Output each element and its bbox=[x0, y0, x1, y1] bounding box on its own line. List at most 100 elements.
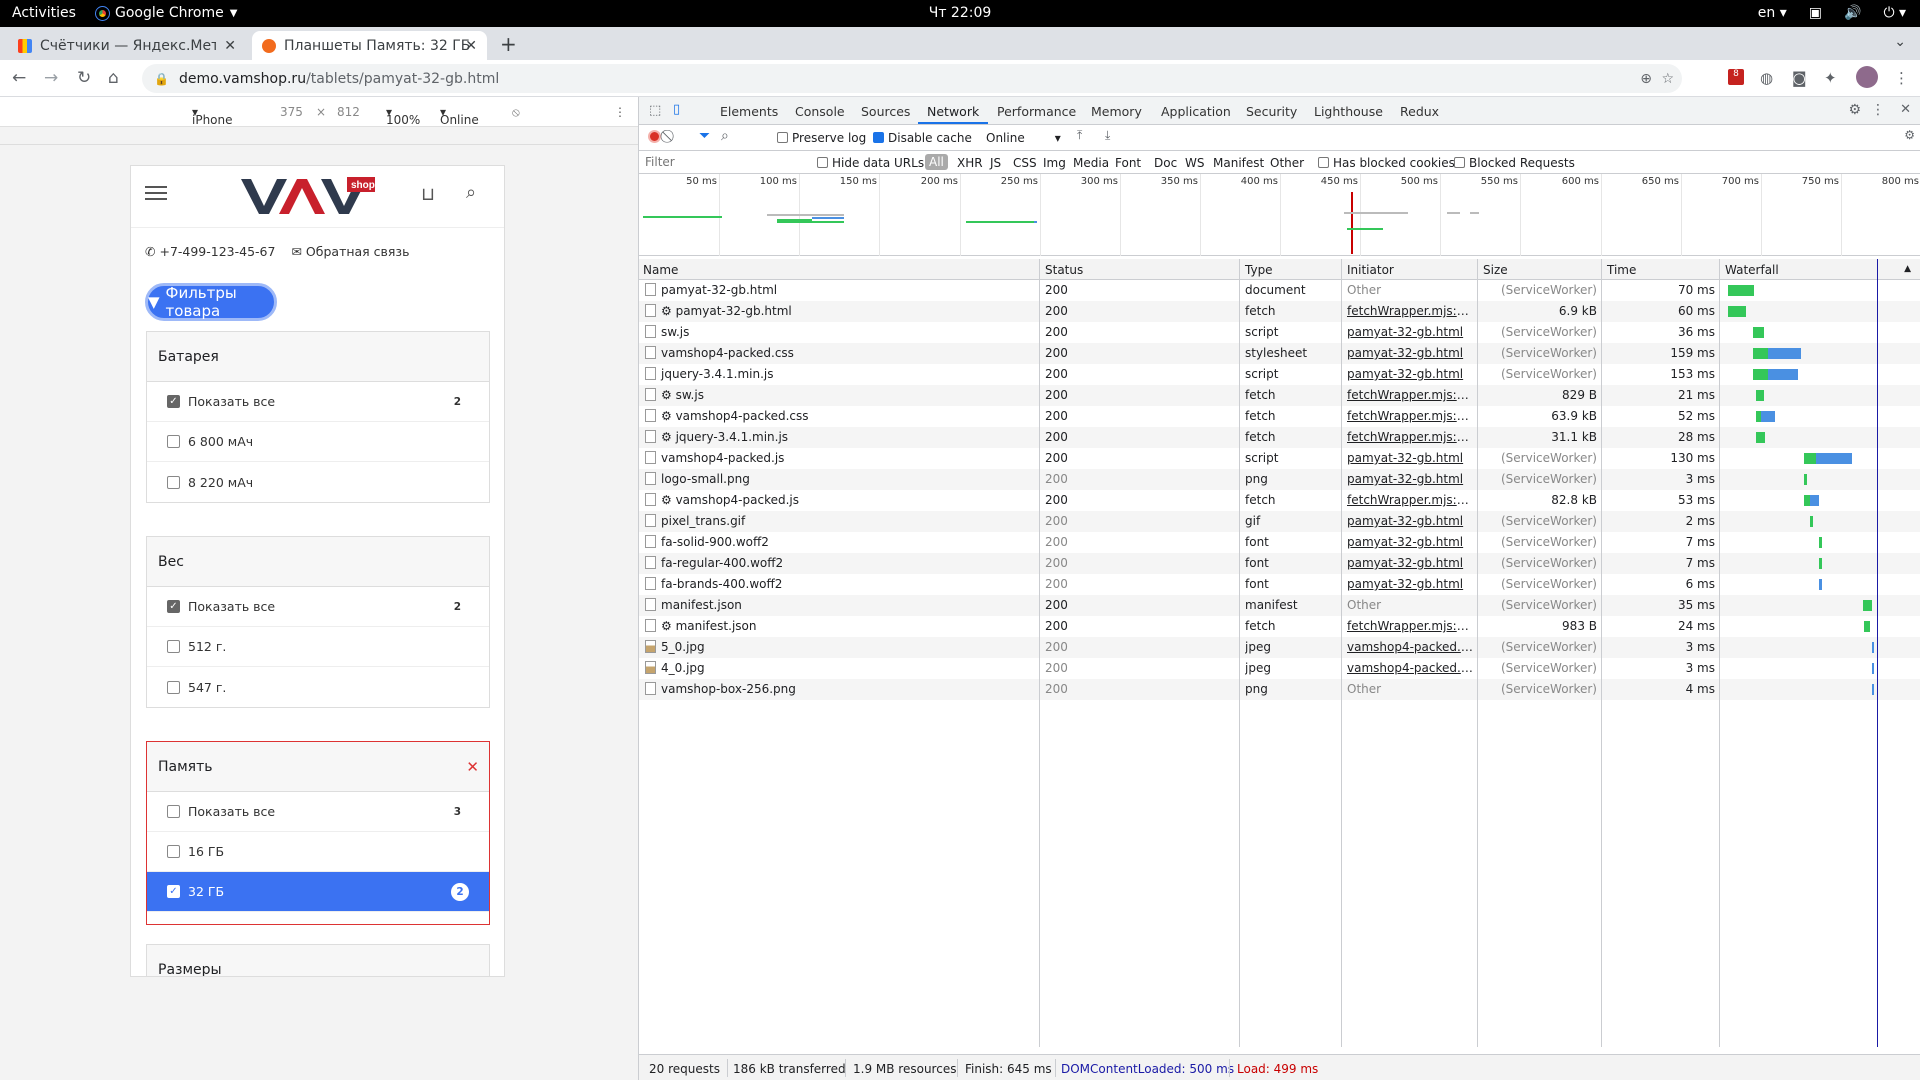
filter-toggle-button[interactable]: ▼ Фильтры товара bbox=[145, 283, 277, 321]
search-icon[interactable]: ⌕ bbox=[721, 128, 729, 144]
initiator-link[interactable]: pamyat-32-gb.html bbox=[1347, 577, 1473, 591]
type-filter-js[interactable]: JS bbox=[990, 156, 1001, 170]
device-width[interactable]: 375 bbox=[280, 105, 303, 119]
table-row[interactable]: pixel_trans.gif 200 gif pamyat-32-gb.html (S… bbox=[639, 511, 1920, 532]
column-header-initiator[interactable]: Initiator bbox=[1347, 263, 1394, 277]
address-bar[interactable]: 🔒 demo.vamshop.ru/tablets/pamyat-32-gb.h… bbox=[142, 64, 1682, 93]
globe-extension-icon[interactable]: ◍ bbox=[1760, 69, 1773, 87]
initiator-link[interactable]: fetchWrapper.mjs:111 bbox=[1347, 430, 1473, 444]
request-name-cell[interactable]: ⚙ pamyat-32-gb.html bbox=[645, 304, 1035, 318]
tab-application[interactable]: Application bbox=[1161, 104, 1231, 119]
table-row[interactable]: jquery-3.4.1.min.js 200 script pamyat-32-gb… bbox=[639, 364, 1920, 385]
blocked-requests-checkbox[interactable]: Blocked Requests bbox=[1454, 156, 1575, 170]
window-icon[interactable]: ▣ bbox=[1809, 5, 1822, 21]
request-name-cell[interactable]: 5_0.jpg bbox=[645, 640, 1035, 654]
record-icon[interactable] bbox=[648, 130, 661, 143]
language-indicator[interactable]: en ▾ bbox=[1758, 5, 1787, 21]
column-header-time[interactable]: Time bbox=[1607, 263, 1636, 277]
star-icon[interactable]: ☆ bbox=[1661, 71, 1674, 87]
initiator-link[interactable]: pamyat-32-gb.html bbox=[1347, 451, 1473, 465]
close-icon[interactable]: ✕ bbox=[465, 38, 477, 54]
inspect-element-icon[interactable]: ⬚ bbox=[649, 103, 661, 118]
basket-icon[interactable]: ⊔ bbox=[421, 184, 435, 205]
checkbox-icon[interactable] bbox=[1318, 157, 1329, 168]
request-name-cell[interactable]: pamyat-32-gb.html bbox=[645, 283, 1035, 297]
type-filter-css[interactable]: CSS bbox=[1013, 156, 1037, 170]
filter-option[interactable]: 547 г. bbox=[147, 667, 489, 707]
zoom-select[interactable]: 100% ▾ bbox=[386, 105, 420, 127]
checkbox-checked-icon[interactable]: ✓ bbox=[167, 885, 180, 898]
table-row[interactable]: fa-regular-400.woff2 200 font pamyat-32-gb.… bbox=[639, 553, 1920, 574]
app-menu[interactable]: Google Chrome ▼ bbox=[95, 5, 237, 21]
initiator-link[interactable]: pamyat-32-gb.html bbox=[1347, 514, 1473, 528]
forward-arrow-icon[interactable]: → bbox=[44, 68, 58, 88]
new-tab-button[interactable]: + bbox=[500, 32, 517, 56]
initiator-link[interactable]: vamshop4-packed.js:... bbox=[1347, 640, 1473, 654]
activities-button[interactable]: Activities bbox=[12, 5, 76, 21]
request-name-cell[interactable]: fa-brands-400.woff2 bbox=[645, 577, 1035, 591]
throttle-select[interactable]: Online ▾ bbox=[986, 131, 1061, 145]
hamburger-menu-icon[interactable] bbox=[145, 186, 167, 200]
panel-title[interactable]: Батарея bbox=[147, 332, 489, 382]
import-har-icon[interactable]: ⤒ bbox=[1077, 128, 1082, 143]
filter-option[interactable]: ✓ Показать все 2 bbox=[147, 587, 489, 627]
request-name-cell[interactable]: ⚙ manifest.json bbox=[645, 619, 1035, 633]
type-filter-xhr[interactable]: XHR bbox=[957, 156, 983, 170]
checkbox-icon[interactable] bbox=[167, 435, 180, 448]
table-row[interactable]: 5_0.jpg 200 jpeg vamshop4-packed.js:... (Ser… bbox=[639, 637, 1920, 658]
table-row[interactable]: ⚙ vamshop4-packed.css 200 fetch fetchWrappe… bbox=[639, 406, 1920, 427]
device-menu-icon[interactable]: ⋮ bbox=[614, 105, 626, 119]
checkbox-icon[interactable] bbox=[167, 640, 180, 653]
table-row[interactable]: vamshop4-packed.css 200 stylesheet pamyat-3… bbox=[639, 343, 1920, 364]
type-filter-font[interactable]: Font bbox=[1115, 156, 1141, 170]
filter-funnel-icon[interactable]: ⏷ bbox=[699, 128, 710, 144]
initiator-link[interactable]: vamshop4-packed.js:... bbox=[1347, 661, 1473, 675]
table-row[interactable]: 4_0.jpg 200 jpeg vamshop4-packed.js:... (Ser… bbox=[639, 658, 1920, 679]
tab-network[interactable]: Network bbox=[927, 104, 979, 119]
device-throttle-select[interactable]: Online ▾ bbox=[440, 105, 479, 127]
table-row[interactable]: ⚙ pamyat-32-gb.html 200 fetch fetchWrapper.… bbox=[639, 301, 1920, 322]
disable-cache-checkbox[interactable]: Disable cache bbox=[873, 131, 972, 145]
sort-arrow-icon[interactable]: ▲ bbox=[1904, 264, 1911, 274]
table-row[interactable]: ⚙ manifest.json 200 fetch fetchWrapper.mjs:… bbox=[639, 616, 1920, 637]
initiator-link[interactable]: pamyat-32-gb.html bbox=[1347, 535, 1473, 549]
checkbox-icon[interactable] bbox=[1454, 157, 1465, 168]
initiator-link[interactable]: pamyat-32-gb.html bbox=[1347, 325, 1473, 339]
volume-icon[interactable]: 🔊 bbox=[1844, 5, 1861, 21]
preserve-log-checkbox[interactable]: Preserve log bbox=[777, 131, 866, 145]
has-blocked-cookies-checkbox[interactable]: Has blocked cookies bbox=[1318, 156, 1455, 170]
initiator-link[interactable]: fetchWrapper.mjs:111 bbox=[1347, 493, 1473, 507]
filter-option[interactable]: 8 220 мАч bbox=[147, 462, 489, 502]
checkbox-icon[interactable] bbox=[817, 157, 828, 168]
close-icon[interactable]: ✕ bbox=[466, 758, 479, 776]
panel-title[interactable]: Вес bbox=[147, 537, 489, 587]
tab-console[interactable]: Console bbox=[795, 104, 845, 119]
feedback-link[interactable]: Обратная связь bbox=[306, 244, 410, 259]
column-header-waterfall[interactable]: Waterfall bbox=[1725, 263, 1779, 277]
request-name-cell[interactable]: ⚙ vamshop4-packed.js bbox=[645, 493, 1035, 507]
device-height[interactable]: 812 bbox=[337, 105, 360, 119]
tab-lighthouse[interactable]: Lighthouse bbox=[1314, 104, 1383, 119]
tab-security[interactable]: Security bbox=[1246, 104, 1297, 119]
browser-tab-metrika[interactable]: Счётчики — Яндекс.Метр ✕ bbox=[8, 31, 246, 60]
site-logo[interactable]: shop bbox=[241, 176, 376, 216]
table-row[interactable]: logo-small.png 200 png pamyat-32-gb.html (Se… bbox=[639, 469, 1920, 490]
request-name-cell[interactable]: vamshop-box-256.png bbox=[645, 682, 1035, 696]
request-name-cell[interactable]: logo-small.png bbox=[645, 472, 1035, 486]
tab-search-icon[interactable]: ⌄ bbox=[1894, 34, 1906, 50]
checkbox-icon[interactable] bbox=[167, 845, 180, 858]
table-row[interactable]: vamshop-box-256.png 200 png Other (ServiceWo… bbox=[639, 679, 1920, 700]
kebab-menu-icon[interactable]: ⋮ bbox=[1894, 69, 1909, 87]
filter-option[interactable]: ✓ Показать все 2 bbox=[147, 382, 489, 422]
filter-option[interactable]: 16 ГБ bbox=[147, 832, 489, 872]
type-filter-all[interactable]: All bbox=[925, 154, 948, 170]
close-icon[interactable]: ✕ bbox=[224, 38, 236, 54]
initiator-link[interactable]: pamyat-32-gb.html bbox=[1347, 472, 1473, 486]
tab-sources[interactable]: Sources bbox=[861, 104, 910, 119]
table-row[interactable]: ⚙ jquery-3.4.1.min.js 200 fetch fetchWrappe… bbox=[639, 427, 1920, 448]
table-row[interactable]: vamshop4-packed.js 200 script pamyat-32-gb.… bbox=[639, 448, 1920, 469]
type-filter-media[interactable]: Media bbox=[1073, 156, 1109, 170]
browser-tab-tablets[interactable]: Планшеты Память: 32 ГБ ✕ bbox=[252, 31, 487, 60]
panel-title[interactable]: Размеры bbox=[147, 945, 489, 976]
request-name-cell[interactable]: fa-regular-400.woff2 bbox=[645, 556, 1035, 570]
